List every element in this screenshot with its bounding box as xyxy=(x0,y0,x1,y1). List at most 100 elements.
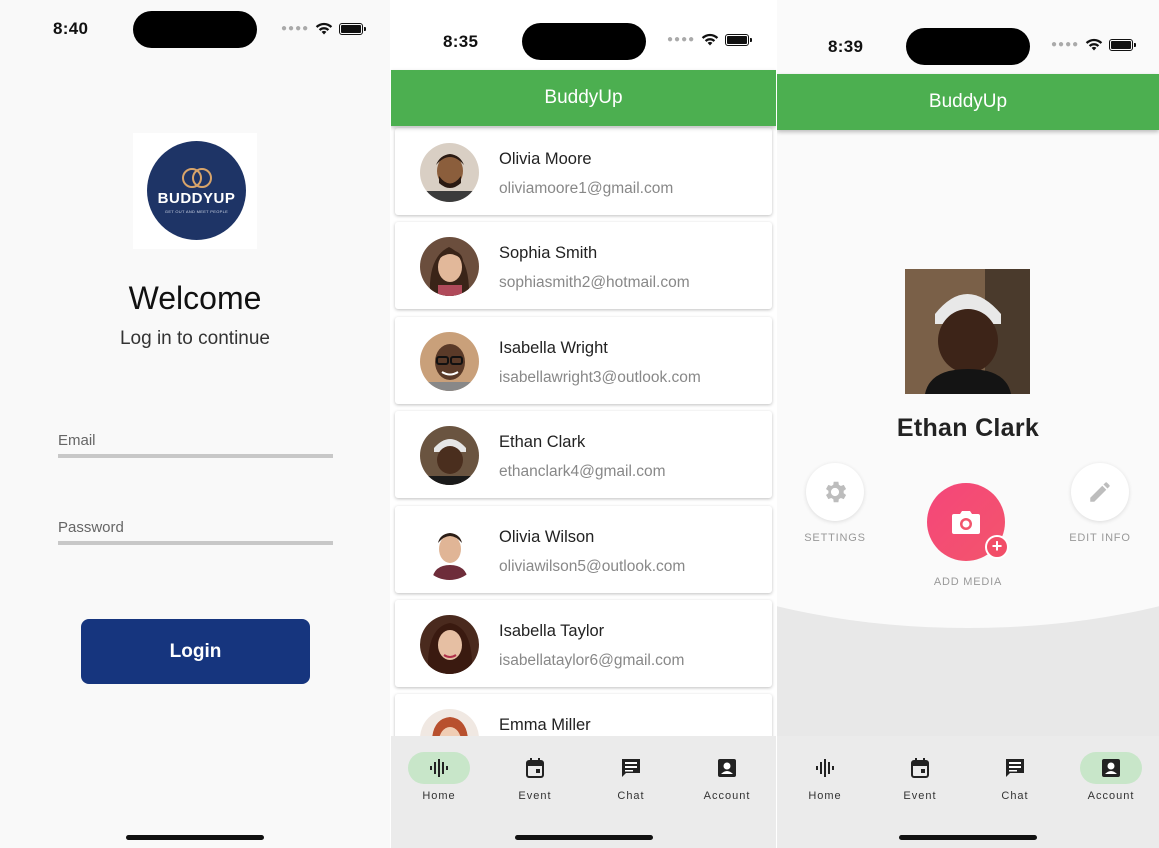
nav-active-indicator xyxy=(408,752,470,784)
login-button[interactable]: Login xyxy=(81,619,310,684)
status-icons: ●●●● xyxy=(1051,38,1137,51)
edit-info-button[interactable] xyxy=(1071,463,1129,521)
user-avatar xyxy=(420,709,479,736)
password-field[interactable] xyxy=(58,505,333,545)
user-avatar xyxy=(420,237,479,296)
nav-label: Chat xyxy=(1001,790,1029,802)
status-icons: ●●●● xyxy=(281,22,367,35)
user-card-isabella-wright[interactable]: Isabella Wright isabellawright3@outlook.… xyxy=(395,317,772,404)
user-list-screen: 8:35 ●●●● BuddyUp Olivia Moore oliviamoo… xyxy=(391,0,776,848)
nav-label: Event xyxy=(903,790,937,802)
home-indicator xyxy=(899,835,1037,840)
user-card-sophia-smith[interactable]: Sophia Smith sophiasmith2@hotmail.com xyxy=(395,222,772,309)
home-indicator xyxy=(126,835,264,840)
chat-icon xyxy=(1006,759,1024,777)
user-card-olivia-moore[interactable]: Olivia Moore oliviamoore1@gmail.com xyxy=(395,128,772,215)
battery-icon xyxy=(725,33,753,46)
signal-icon: ●●●● xyxy=(1051,39,1080,50)
status-time: 8:40 xyxy=(53,19,89,38)
user-email: sophiasmith2@hotmail.com xyxy=(499,274,690,291)
nav-home[interactable]: Home xyxy=(391,752,487,802)
chat-icon xyxy=(622,759,640,777)
signal-icon: ●●●● xyxy=(667,34,696,45)
user-card-emma-miller[interactable]: Emma Miller xyxy=(395,694,772,736)
email-field[interactable] xyxy=(58,418,333,458)
nav-label: Account xyxy=(703,790,751,802)
status-bar: 8:39 ●●●● xyxy=(777,25,1159,65)
pencil-icon xyxy=(1090,482,1110,502)
user-name: Isabella Taylor xyxy=(499,622,605,640)
status-bar: 8:35 ●●●● xyxy=(391,20,776,60)
logo-text: BUDDYUP xyxy=(157,189,236,207)
user-name: Olivia Wilson xyxy=(499,528,595,546)
calendar-icon xyxy=(911,758,929,778)
nav-label: Account xyxy=(1087,790,1135,802)
dynamic-island xyxy=(906,28,1030,65)
profile-screen: 8:39 ●●●● BuddyUp Ethan Clark SETTINGS +… xyxy=(777,0,1159,848)
user-card-olivia-wilson[interactable]: Olivia Wilson oliviawilson5@outlook.com xyxy=(395,506,772,593)
account-box-icon xyxy=(1102,759,1120,777)
gear-icon xyxy=(826,481,847,503)
wifi-icon xyxy=(1085,38,1103,51)
nav-label: Event xyxy=(518,790,552,802)
nav-label: Chat xyxy=(617,790,645,802)
audio-wave-icon xyxy=(430,759,448,777)
add-media-button[interactable]: + xyxy=(927,483,1009,561)
battery-icon xyxy=(339,22,367,35)
user-email: isabellataylor6@gmail.com xyxy=(499,652,685,669)
nav-event[interactable]: Event xyxy=(487,752,583,802)
settings-button[interactable] xyxy=(806,463,864,521)
profile-name: Ethan Clark xyxy=(896,414,1040,442)
user-avatar xyxy=(420,332,479,391)
status-time: 8:39 xyxy=(828,37,864,56)
status-time: 8:35 xyxy=(443,32,479,51)
nav-account[interactable]: Account xyxy=(1063,752,1159,802)
login-subtitle: Log in to continue xyxy=(119,328,270,349)
status-icons: ●●●● xyxy=(667,33,753,46)
user-email: oliviawilson5@outlook.com xyxy=(499,558,686,575)
status-bar: 8:40 ●●●● xyxy=(0,10,390,50)
nav-event[interactable]: Event xyxy=(872,752,968,802)
app-bar-title: BuddyUp xyxy=(391,70,776,126)
app-bar-title: BuddyUp xyxy=(777,74,1159,130)
bottom-nav: Home Event Chat Account xyxy=(777,736,1159,848)
audio-wave-icon xyxy=(816,759,834,777)
logo-tagline: GET OUT AND MEET PEOPLE xyxy=(164,208,229,214)
nav-account[interactable]: Account xyxy=(679,752,775,802)
calendar-icon xyxy=(526,758,544,778)
bottom-nav: Home Event Chat Account xyxy=(391,736,776,848)
nav-active-indicator xyxy=(1080,752,1142,784)
user-avatar xyxy=(420,143,479,202)
user-name: Emma Miller xyxy=(499,716,591,734)
user-name: Isabella Wright xyxy=(499,339,608,357)
camera-icon xyxy=(952,511,980,534)
app-logo: BUDDYUP GET OUT AND MEET PEOPLE xyxy=(133,133,257,249)
user-name: Ethan Clark xyxy=(499,433,586,451)
wifi-icon xyxy=(315,22,333,35)
nav-label: Home xyxy=(422,790,456,802)
plus-icon: + xyxy=(985,535,1009,559)
welcome-heading: Welcome xyxy=(128,280,262,316)
profile-photo[interactable] xyxy=(905,269,1030,394)
user-card-isabella-taylor[interactable]: Isabella Taylor isabellataylor6@gmail.co… xyxy=(395,600,772,687)
user-avatar xyxy=(420,615,479,674)
edit-info-label: EDIT INFO xyxy=(1069,532,1131,544)
add-media-label: ADD MEDIA xyxy=(933,576,1003,588)
login-screen: 8:40 ●●●● BUDDYUP GET OUT AND MEET PEOPL… xyxy=(0,0,390,848)
user-card-ethan-clark[interactable]: Ethan Clark ethanclark4@gmail.com xyxy=(395,411,772,498)
account-box-icon xyxy=(718,759,736,777)
signal-icon: ●●●● xyxy=(281,23,310,34)
user-name: Olivia Moore xyxy=(499,150,592,168)
battery-icon xyxy=(1109,38,1137,51)
home-indicator xyxy=(515,835,653,840)
settings-label: SETTINGS xyxy=(804,532,866,544)
nav-chat[interactable]: Chat xyxy=(583,752,679,802)
user-avatar xyxy=(420,426,479,485)
wifi-icon xyxy=(701,33,719,46)
dynamic-island xyxy=(133,11,257,48)
nav-label: Home xyxy=(808,790,842,802)
user-name: Sophia Smith xyxy=(499,244,598,262)
nav-chat[interactable]: Chat xyxy=(967,752,1063,802)
user-list: Olivia Moore oliviamoore1@gmail.com Soph… xyxy=(391,126,776,736)
nav-home[interactable]: Home xyxy=(777,752,873,802)
